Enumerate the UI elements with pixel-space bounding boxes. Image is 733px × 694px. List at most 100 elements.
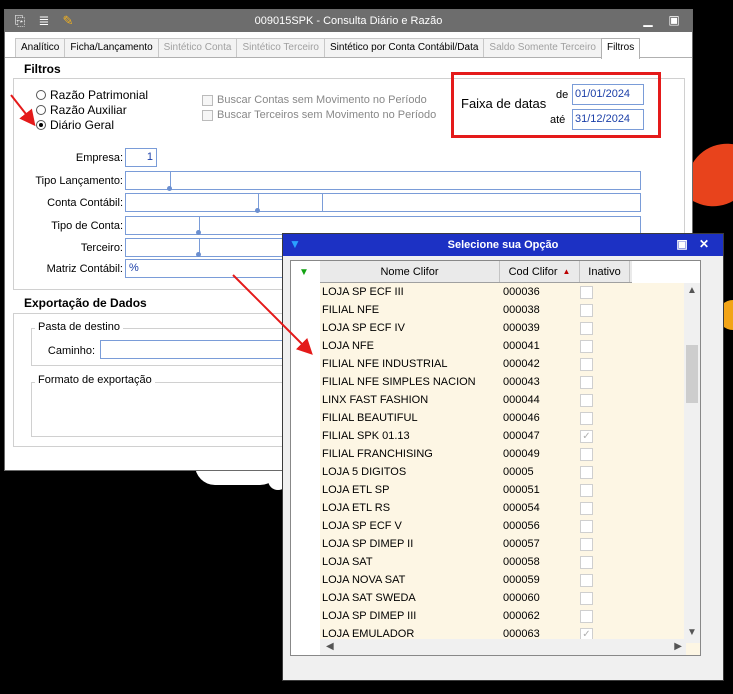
- scroll-down-icon[interactable]: ▼: [687, 627, 697, 638]
- scroll-right-icon[interactable]: ▶: [674, 641, 682, 652]
- checkbox-accounts-no-movement[interactable]: Buscar Contas sem Movimento no Período: [202, 94, 427, 106]
- inactive-checkbox[interactable]: [580, 501, 593, 515]
- tab-sintetico-conta[interactable]: Sintético Conta: [157, 38, 238, 57]
- tab-analitico[interactable]: Analítico: [15, 38, 66, 57]
- traffic-light-icon[interactable]: ≣: [35, 13, 53, 29]
- inactive-checkbox[interactable]: [580, 375, 593, 389]
- tab-filtros[interactable]: Filtros: [600, 38, 641, 59]
- inactive-checkbox[interactable]: [580, 411, 593, 425]
- column-label: Nome Clifor: [380, 265, 439, 278]
- minimize-icon[interactable]: ▁: [640, 13, 656, 27]
- column-label: Inativo: [588, 265, 621, 278]
- tab-ficha-lancamento[interactable]: Ficha/Lançamento: [64, 38, 159, 57]
- horizontal-scrollbar[interactable]: ◀ ▶: [320, 639, 686, 655]
- table-row[interactable]: LOJA SP DIMEP III 000062: [320, 607, 700, 625]
- grid-header: Nome Clifor Cod Clifor ▲ Inativo: [320, 261, 632, 283]
- inactive-checkbox[interactable]: [580, 357, 593, 371]
- table-row[interactable]: FILIAL NFE SIMPLES NACION 000043: [320, 373, 700, 391]
- inactive-checkbox[interactable]: [580, 465, 593, 479]
- conta-contabil-input[interactable]: [125, 193, 641, 212]
- cell-cod-clifor: 000038: [503, 304, 540, 316]
- radio-button[interactable]: [36, 105, 46, 115]
- inactive-checkbox[interactable]: [580, 321, 593, 335]
- checkbox[interactable]: [202, 94, 213, 106]
- table-row[interactable]: LOJA SAT 000058: [320, 553, 700, 571]
- table-row[interactable]: FILIAL FRANCHISING 000049: [320, 445, 700, 463]
- inactive-checkbox[interactable]: [580, 303, 593, 317]
- tab-sintetico-conta-contabil-data[interactable]: Sintético por Conta Contábil/Data: [324, 38, 485, 57]
- table-row[interactable]: LOJA SAT SWEDA 000060: [320, 589, 700, 607]
- inactive-checkbox[interactable]: [580, 447, 593, 461]
- clifor-grid: ▼ Nome Clifor Cod Clifor ▲ Inativo LOJA S…: [290, 260, 701, 656]
- table-row[interactable]: FILIAL NFE 000038: [320, 301, 700, 319]
- cell-nome-clifor: FILIAL NFE INDUSTRIAL: [322, 358, 448, 370]
- scrollbar-thumb[interactable]: [686, 345, 698, 403]
- cell-nome-clifor: LOJA SAT SWEDA: [322, 592, 416, 604]
- radio-label: Razão Patrimonial: [50, 88, 149, 102]
- radio-razao-patrimonial[interactable]: Razão Patrimonial: [36, 88, 148, 102]
- inactive-checkbox[interactable]: [580, 393, 593, 407]
- table-row[interactable]: FILIAL NFE INDUSTRIAL 000042: [320, 355, 700, 373]
- inactive-checkbox-checked[interactable]: ✓: [580, 429, 593, 443]
- table-row[interactable]: LOJA ETL SP 000051: [320, 481, 700, 499]
- maximize-icon[interactable]: ▣: [666, 13, 682, 27]
- cell-nome-clifor: FILIAL FRANCHISING: [322, 448, 433, 460]
- radio-button-checked[interactable]: [36, 120, 46, 130]
- tab-saldo-somente-terceiro[interactable]: Saldo Somente Terceiro: [483, 38, 602, 57]
- radio-diario-geral[interactable]: Diário Geral: [36, 118, 114, 132]
- checkbox[interactable]: [202, 109, 213, 121]
- table-row[interactable]: LOJA SP ECF V 000056: [320, 517, 700, 535]
- cell-cod-clifor: 000058: [503, 556, 540, 568]
- table-row[interactable]: LOJA SP ECF IV 000039: [320, 319, 700, 337]
- column-resize-handle[interactable]: [167, 186, 172, 191]
- wrench-icon[interactable]: ✎: [59, 13, 77, 29]
- table-row[interactable]: LOJA NOVA SAT 000059: [320, 571, 700, 589]
- inactive-checkbox[interactable]: [580, 609, 593, 623]
- inactive-checkbox[interactable]: [580, 339, 593, 353]
- maximize-icon[interactable]: ▣: [675, 237, 689, 251]
- matriz-contabil-label: Matriz Contábil:: [46, 263, 123, 275]
- close-icon[interactable]: ✕: [697, 237, 711, 251]
- checkbox-third-no-movement[interactable]: Buscar Terceiros sem Movimento no Períod…: [202, 109, 436, 121]
- cell-cod-clifor: 000056: [503, 520, 540, 532]
- cell-nome-clifor: LOJA SP DIMEP III: [322, 610, 417, 622]
- column-resize-handle[interactable]: [196, 252, 201, 257]
- table-row[interactable]: FILIAL BEAUTIFUL 000046: [320, 409, 700, 427]
- inactive-checkbox[interactable]: [580, 285, 593, 299]
- column-resize-handle[interactable]: [196, 230, 201, 235]
- table-row[interactable]: LOJA NFE 000041: [320, 337, 700, 355]
- inactive-checkbox[interactable]: [580, 483, 593, 497]
- filter-row-icon[interactable]: ▼: [299, 267, 309, 278]
- radio-label: Razão Auxiliar: [50, 103, 127, 117]
- formato-exportacao-legend: Formato de exportação: [35, 374, 155, 386]
- inactive-checkbox[interactable]: [580, 573, 593, 587]
- table-row[interactable]: LOJA SP DIMEP II 000057: [320, 535, 700, 553]
- radio-razao-auxiliar[interactable]: Razão Auxiliar: [36, 103, 127, 117]
- table-row[interactable]: LOJA ETL RS 000054: [320, 499, 700, 517]
- column-header-nome-clifor[interactable]: Nome Clifor: [320, 261, 500, 282]
- column-label: Cod Clifor: [508, 265, 558, 278]
- table-row[interactable]: LOJA SP ECF III 000036: [320, 283, 700, 301]
- table-row[interactable]: LOJA 5 DIGITOS 00005: [320, 463, 700, 481]
- filter-icon: ▼: [289, 237, 301, 251]
- tipo-lancamento-input[interactable]: [125, 171, 641, 190]
- inactive-checkbox[interactable]: [580, 537, 593, 551]
- inactive-checkbox[interactable]: [580, 555, 593, 569]
- column-resize-handle[interactable]: [255, 208, 260, 213]
- tab-sintetico-terceiro[interactable]: Sintético Terceiro: [236, 38, 325, 57]
- inactive-checkbox[interactable]: [580, 591, 593, 605]
- scroll-up-icon[interactable]: ▲: [687, 285, 697, 296]
- column-header-cod-clifor[interactable]: Cod Clifor ▲: [500, 261, 580, 282]
- export-icon[interactable]: ⎘: [11, 13, 29, 29]
- cell-cod-clifor: 000039: [503, 322, 540, 334]
- empresa-input[interactable]: 1: [125, 148, 157, 167]
- cell-nome-clifor: FILIAL NFE: [322, 304, 380, 316]
- radio-button[interactable]: [36, 90, 46, 100]
- scroll-left-icon[interactable]: ◀: [326, 641, 334, 652]
- cell-nome-clifor: LOJA SP DIMEP II: [322, 538, 414, 550]
- column-header-inativo[interactable]: Inativo: [580, 261, 630, 282]
- table-row[interactable]: FILIAL SPK 01.13 000047 ✓: [320, 427, 700, 445]
- vertical-scrollbar[interactable]: ▲ ▼: [684, 283, 700, 643]
- inactive-checkbox[interactable]: [580, 519, 593, 533]
- table-row[interactable]: LINX FAST FASHION 000044: [320, 391, 700, 409]
